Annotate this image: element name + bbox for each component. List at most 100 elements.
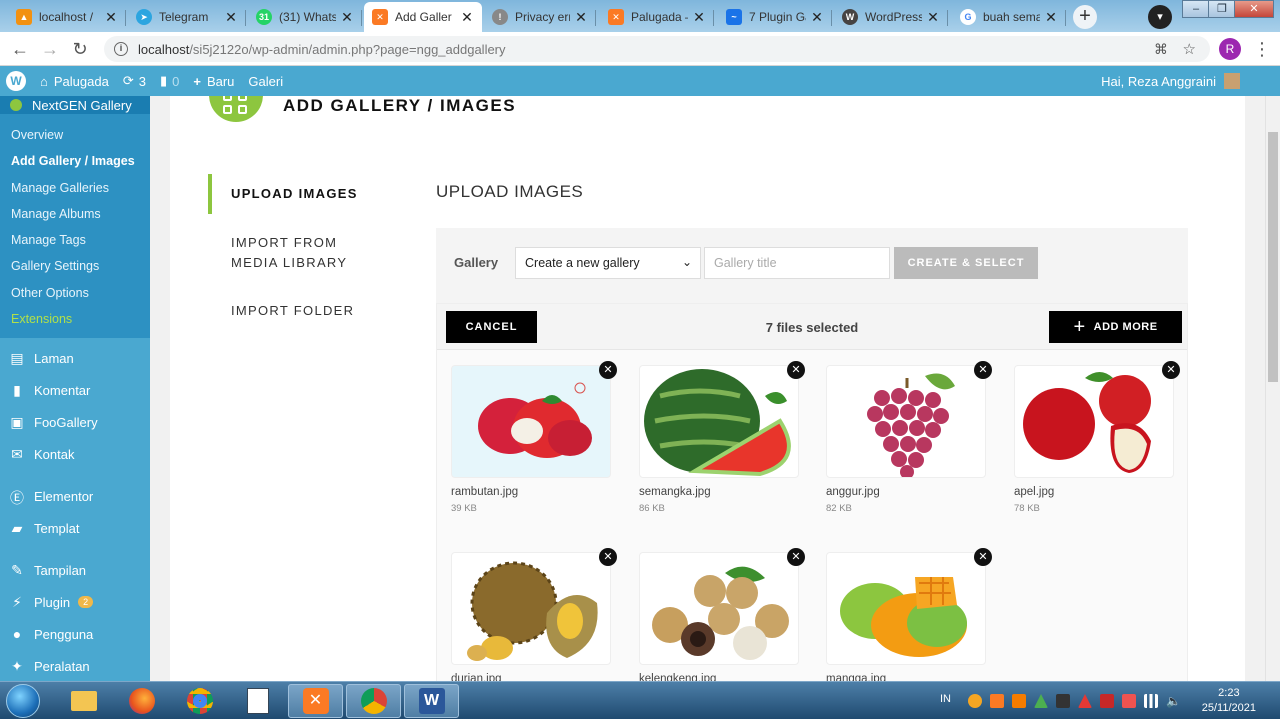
updates-count[interactable]: 3 xyxy=(139,74,146,89)
translate-icon[interactable]: ⌘ xyxy=(1154,41,1168,58)
document-viewer-icon[interactable] xyxy=(230,684,285,718)
updates-icon[interactable]: ⟳ xyxy=(123,73,134,89)
volume-icon[interactable]: 🔈 xyxy=(1166,694,1181,708)
submenu-gallery-settings[interactable]: Gallery Settings xyxy=(0,253,150,279)
comment-icon[interactable]: ▮ xyxy=(160,73,167,89)
close-tab-icon[interactable]: ✕ xyxy=(104,9,118,26)
word-icon[interactable]: W xyxy=(404,684,459,718)
plus-icon[interactable]: + xyxy=(193,74,201,89)
start-button[interactable] xyxy=(6,684,40,718)
browser-tab-add-gallery[interactable]: ✕ Add Galler ✕ xyxy=(364,2,482,32)
home-icon[interactable]: ⌂ xyxy=(40,74,48,89)
profile-avatar[interactable]: R xyxy=(1219,38,1241,60)
gallery-select[interactable]: Create a new gallery ⌄ xyxy=(515,247,701,279)
bookmark-star-icon[interactable]: ☆ xyxy=(1183,40,1196,58)
remove-file-icon[interactable]: ✕ xyxy=(974,361,992,379)
submenu-manage-galleries[interactable]: Manage Galleries xyxy=(0,175,150,201)
browser-tab-telegram[interactable]: ➤ Telegram ✕ xyxy=(128,2,246,32)
sidebar-item-tampilan[interactable]: ✎ Tampilan xyxy=(0,554,150,586)
create-select-button[interactable]: CREATE & SELECT xyxy=(894,247,1038,279)
sidebar-item-plugin[interactable]: ⚡ Plugin 2 xyxy=(0,586,150,618)
close-window-button[interactable]: ✕ xyxy=(1234,0,1274,18)
browser-menu-icon[interactable]: ⋮ xyxy=(1250,37,1274,61)
sidebar-item-kontak[interactable]: ✉ Kontak xyxy=(0,438,150,470)
sidebar-item-pengguna[interactable]: ● Pengguna xyxy=(0,618,150,650)
remove-file-icon[interactable]: ✕ xyxy=(974,548,992,566)
gallery-title-input[interactable] xyxy=(704,247,890,279)
browser-tab-palugada[interactable]: ✕ Palugada – ✕ xyxy=(600,2,714,32)
sidebar-item-elementor[interactable]: Ⓔ Elementor xyxy=(0,480,150,512)
tab-import-media-library[interactable]: IMPORT FROM MEDIA LIBRARY xyxy=(208,233,398,273)
sidebar-item-komentar[interactable]: ▮ Komentar xyxy=(0,374,150,406)
browser-tab-wordpress[interactable]: W WordPress ✕ xyxy=(834,2,948,32)
remove-file-icon[interactable]: ✕ xyxy=(599,361,617,379)
site-name-link[interactable]: Palugada xyxy=(54,74,109,89)
xampp-control-tray-icon[interactable] xyxy=(1012,694,1026,708)
reload-icon[interactable]: ↻ xyxy=(68,37,92,61)
close-tab-icon[interactable]: ✕ xyxy=(574,9,588,26)
network-signal-icon[interactable] xyxy=(1144,694,1158,708)
remove-file-icon[interactable]: ✕ xyxy=(787,548,805,566)
new-tab-button[interactable]: + xyxy=(1073,5,1097,29)
close-tab-icon[interactable]: ✕ xyxy=(1044,9,1058,26)
browser-tab-google[interactable]: G buah sema ✕ xyxy=(952,2,1066,32)
close-tab-icon[interactable]: ✕ xyxy=(460,9,474,26)
page-scrollbar[interactable] xyxy=(1265,96,1280,681)
remove-file-icon[interactable]: ✕ xyxy=(599,548,617,566)
tab-title: Add Galler xyxy=(395,10,452,24)
green-triangle-tray-icon[interactable] xyxy=(1034,694,1048,708)
scrollbar-thumb[interactable] xyxy=(1268,132,1278,382)
close-tab-icon[interactable]: ✕ xyxy=(810,9,824,26)
close-tab-icon[interactable]: ✕ xyxy=(692,9,706,26)
submenu-other-options[interactable]: Other Options xyxy=(0,280,150,306)
account-menu[interactable]: Hai, Reza Anggraini xyxy=(1101,66,1240,96)
system-clock[interactable]: 2:23 25/11/2021 xyxy=(1202,686,1256,716)
browser-tab-plugin[interactable]: ~ 7 Plugin Ga ✕ xyxy=(718,2,832,32)
sidebar-item-templat[interactable]: ▰ Templat xyxy=(0,512,150,544)
close-tab-icon[interactable]: ✕ xyxy=(340,9,354,26)
sidebar-item-foogallery[interactable]: ▣ FooGallery xyxy=(0,406,150,438)
flag-tray-icon[interactable] xyxy=(1100,694,1114,708)
add-more-button[interactable]: + ADD MORE xyxy=(1049,311,1182,343)
browser-tab-localhost[interactable]: ▲ localhost / ✕ xyxy=(8,2,126,32)
search-tray-icon[interactable] xyxy=(968,694,982,708)
submenu-extensions[interactable]: Extensions xyxy=(0,306,150,332)
submenu-manage-tags[interactable]: Manage Tags xyxy=(0,227,150,253)
sidebar-item-nextgen[interactable]: NextGEN Gallery xyxy=(0,96,150,114)
comments-count[interactable]: 0 xyxy=(172,74,179,89)
browser-tab-whatsapp[interactable]: 31 (31) WhatsA ✕ xyxy=(248,2,362,32)
chrome-profile-taskbar-icon[interactable] xyxy=(346,684,401,718)
remove-file-icon[interactable]: ✕ xyxy=(787,361,805,379)
remove-file-icon[interactable]: ✕ xyxy=(1162,361,1180,379)
file-explorer-icon[interactable] xyxy=(56,684,111,718)
file-item: durian.jpg ✕ xyxy=(451,548,617,681)
tab-import-folder[interactable]: IMPORT FOLDER xyxy=(208,301,398,321)
forward-icon[interactable]: → xyxy=(38,37,62,61)
address-bar[interactable]: i localhost/si5j2122o/wp-admin/admin.php… xyxy=(104,36,1210,62)
submenu-add-gallery[interactable]: Add Gallery / Images xyxy=(0,148,150,174)
sidebar-item-peralatan[interactable]: ✦ Peralatan xyxy=(0,650,150,681)
warning-tray-icon[interactable] xyxy=(1078,694,1092,708)
site-info-icon[interactable]: i xyxy=(114,42,128,56)
minimize-window-button[interactable]: – xyxy=(1182,0,1210,18)
sidebar-item-laman[interactable]: ▤ Laman xyxy=(0,342,150,374)
tab-upload-images[interactable]: UPLOAD IMAGES xyxy=(208,174,398,214)
xampp-taskbar-icon[interactable]: ✕ xyxy=(288,684,343,718)
close-tab-icon[interactable]: ✕ xyxy=(926,9,940,26)
tab-search-icon[interactable]: ▾ xyxy=(1148,5,1172,29)
new-content-link[interactable]: Baru xyxy=(207,74,234,89)
maximize-window-button[interactable]: ❐ xyxy=(1208,0,1236,18)
close-tab-icon[interactable]: ✕ xyxy=(224,9,238,26)
monitor-tray-icon[interactable] xyxy=(1056,694,1070,708)
xampp-tray-icon[interactable] xyxy=(990,694,1004,708)
browser-tab-privacy-error[interactable]: ! Privacy erro ✕ xyxy=(484,2,596,32)
language-indicator[interactable]: IN xyxy=(940,693,951,705)
submenu-overview[interactable]: Overview xyxy=(0,122,150,148)
gallery-link[interactable]: Galeri xyxy=(248,74,283,89)
wordpress-logo-icon[interactable]: W xyxy=(6,71,26,91)
security-tray-icon[interactable] xyxy=(1122,694,1136,708)
chrome-icon[interactable] xyxy=(172,684,227,718)
firefox-icon[interactable] xyxy=(114,684,169,718)
back-icon[interactable]: ← xyxy=(8,37,32,61)
submenu-manage-albums[interactable]: Manage Albums xyxy=(0,201,150,227)
